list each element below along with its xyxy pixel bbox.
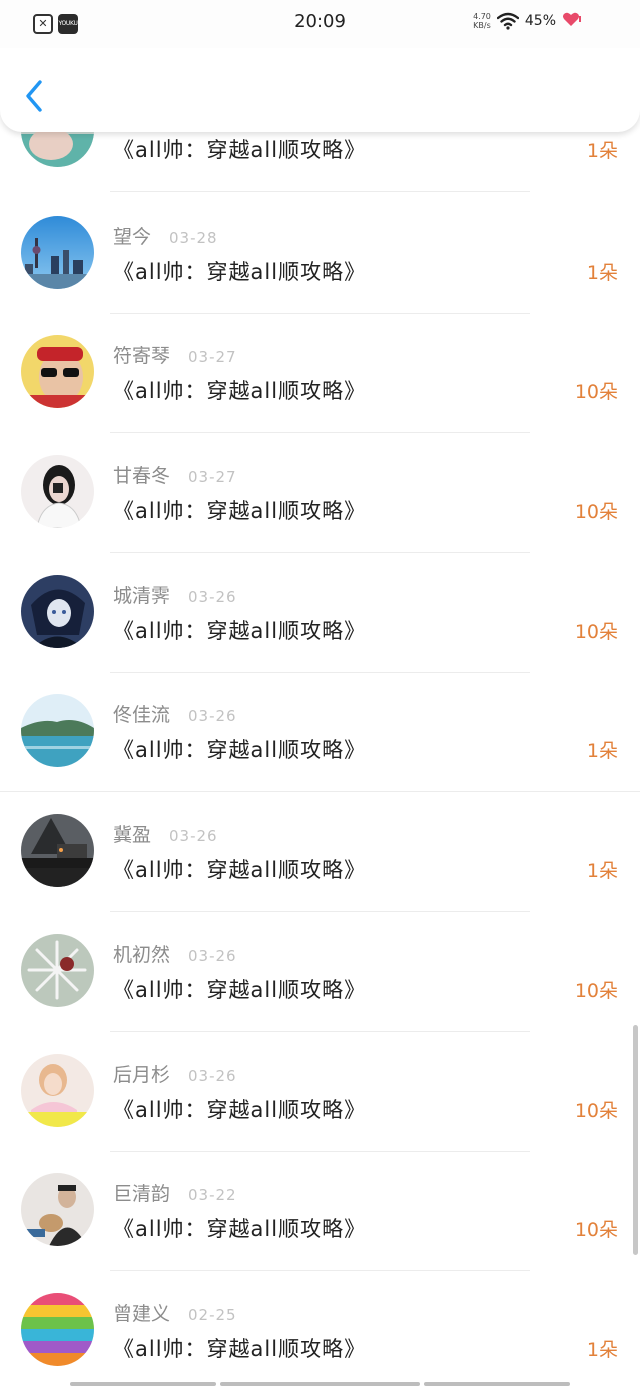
flower-amount: 1朵 <box>586 740 618 762</box>
list-item[interactable]: 巨清韵 03-22 《all帅：穿越all顺攻略》 10朵 <box>0 1151 640 1271</box>
book-title: 《all帅：穿越all顺攻略》 <box>113 379 367 403</box>
flower-amount: 1朵 <box>586 262 618 284</box>
avatar <box>21 216 94 289</box>
flower-amount: 10朵 <box>574 1219 618 1241</box>
record-date: 03-27 <box>188 348 237 366</box>
indicator-segment <box>70 1382 216 1386</box>
flower-amount: 10朵 <box>574 980 618 1002</box>
avatar <box>21 814 94 887</box>
list-item[interactable]: 甘春冬 03-27 《all帅：穿越all顺攻略》 10朵 <box>0 433 640 553</box>
user-name: 佟佳流 <box>113 704 171 726</box>
user-name: 望今 <box>113 226 152 248</box>
record-date: 03-27 <box>188 468 237 486</box>
flower-amount: 10朵 <box>574 501 618 523</box>
list-item[interactable]: 望今 03-28 《all帅：穿越all顺攻略》 1朵 <box>0 194 640 314</box>
list-item[interactable]: 符寄琴 03-27 《all帅：穿越all顺攻略》 10朵 <box>0 313 640 433</box>
book-title: 《all帅：穿越all顺攻略》 <box>113 978 367 1002</box>
book-title: 《all帅：穿越all顺攻略》 <box>113 260 367 284</box>
record-date: 03-26 <box>188 588 237 606</box>
indicator-segment <box>424 1382 570 1386</box>
avatar <box>21 455 94 528</box>
user-name: 巨清韵 <box>113 1183 171 1205</box>
list-item[interactable]: 机初然 03-26 《all帅：穿越all顺攻略》 10朵 <box>0 912 640 1032</box>
book-title: 《all帅：穿越all顺攻略》 <box>113 138 367 162</box>
divider <box>110 191 530 192</box>
avatar <box>21 335 94 408</box>
status-right: 4.70 KB/s 45% <box>473 11 582 31</box>
flower-amount: 1朵 <box>586 140 618 162</box>
status-bar: ✕ YOUKU 20:09 4.70 KB/s 45% <box>0 0 640 48</box>
user-name: 冀盈 <box>113 824 152 846</box>
flower-amount: 1朵 <box>586 860 618 882</box>
user-name: 后月杉 <box>113 1064 171 1086</box>
book-title: 《all帅：穿越all顺攻略》 <box>113 858 367 882</box>
record-date: 02-25 <box>188 1306 237 1324</box>
record-date: 03-26 <box>188 707 237 725</box>
avatar <box>21 1173 94 1246</box>
net-speed-unit: KB/s <box>473 21 491 30</box>
book-title: 《all帅：穿越all顺攻略》 <box>113 619 367 643</box>
list-item[interactable]: 佟佳流 03-26 《all帅：穿越all顺攻略》 1朵 <box>0 672 640 792</box>
flower-amount: 10朵 <box>574 621 618 643</box>
battery-heart-icon <box>562 11 582 31</box>
book-title: 《all帅：穿越all顺攻略》 <box>113 1098 367 1122</box>
book-title: 《all帅：穿越all顺攻略》 <box>113 1337 367 1361</box>
scrollbar[interactable] <box>633 1025 638 1255</box>
avatar <box>21 1293 94 1366</box>
user-name: 曾建义 <box>113 1303 171 1325</box>
net-speed: 4.70 KB/s <box>473 12 491 30</box>
record-date: 03-26 <box>188 947 237 965</box>
avatar <box>21 575 94 648</box>
record-date: 03-22 <box>188 1186 237 1204</box>
avatar <box>21 694 94 767</box>
user-name: 机初然 <box>113 944 171 966</box>
list-item[interactable]: 冀盈 03-26 《all帅：穿越all顺攻略》 1朵 <box>0 792 640 912</box>
record-date: 03-26 <box>169 827 218 845</box>
flower-amount: 10朵 <box>574 1100 618 1122</box>
bottom-indicator <box>0 1381 640 1387</box>
book-title: 《all帅：穿越all顺攻略》 <box>113 1217 367 1241</box>
avatar <box>21 1054 94 1127</box>
list-item[interactable]: 后月杉 03-26 《all帅：穿越all顺攻略》 10朵 <box>0 1032 640 1152</box>
flower-amount: 10朵 <box>574 381 618 403</box>
record-date: 03-28 <box>169 229 218 247</box>
list-item[interactable]: 城清霁 03-26 《all帅：穿越all顺攻略》 10朵 <box>0 553 640 673</box>
net-speed-value: 4.70 <box>473 12 491 21</box>
top-bar <box>0 48 640 132</box>
avatar <box>21 934 94 1007</box>
indicator-segment <box>220 1382 420 1386</box>
record-date: 03-26 <box>188 1067 237 1085</box>
wifi-icon <box>496 12 519 30</box>
user-name: 城清霁 <box>113 585 171 607</box>
book-title: 《all帅：穿越all顺攻略》 <box>113 738 367 762</box>
back-button[interactable] <box>18 76 52 116</box>
list-item[interactable]: 曾建义 02-25 《all帅：穿越all顺攻略》 1朵 <box>0 1271 640 1391</box>
battery-percentage: 45% <box>524 13 556 29</box>
user-name: 甘春冬 <box>113 465 171 487</box>
flower-amount: 1朵 <box>586 1339 618 1361</box>
chevron-left-icon <box>26 80 42 112</box>
user-name: 符寄琴 <box>113 345 171 367</box>
book-title: 《all帅：穿越all顺攻略》 <box>113 499 367 523</box>
